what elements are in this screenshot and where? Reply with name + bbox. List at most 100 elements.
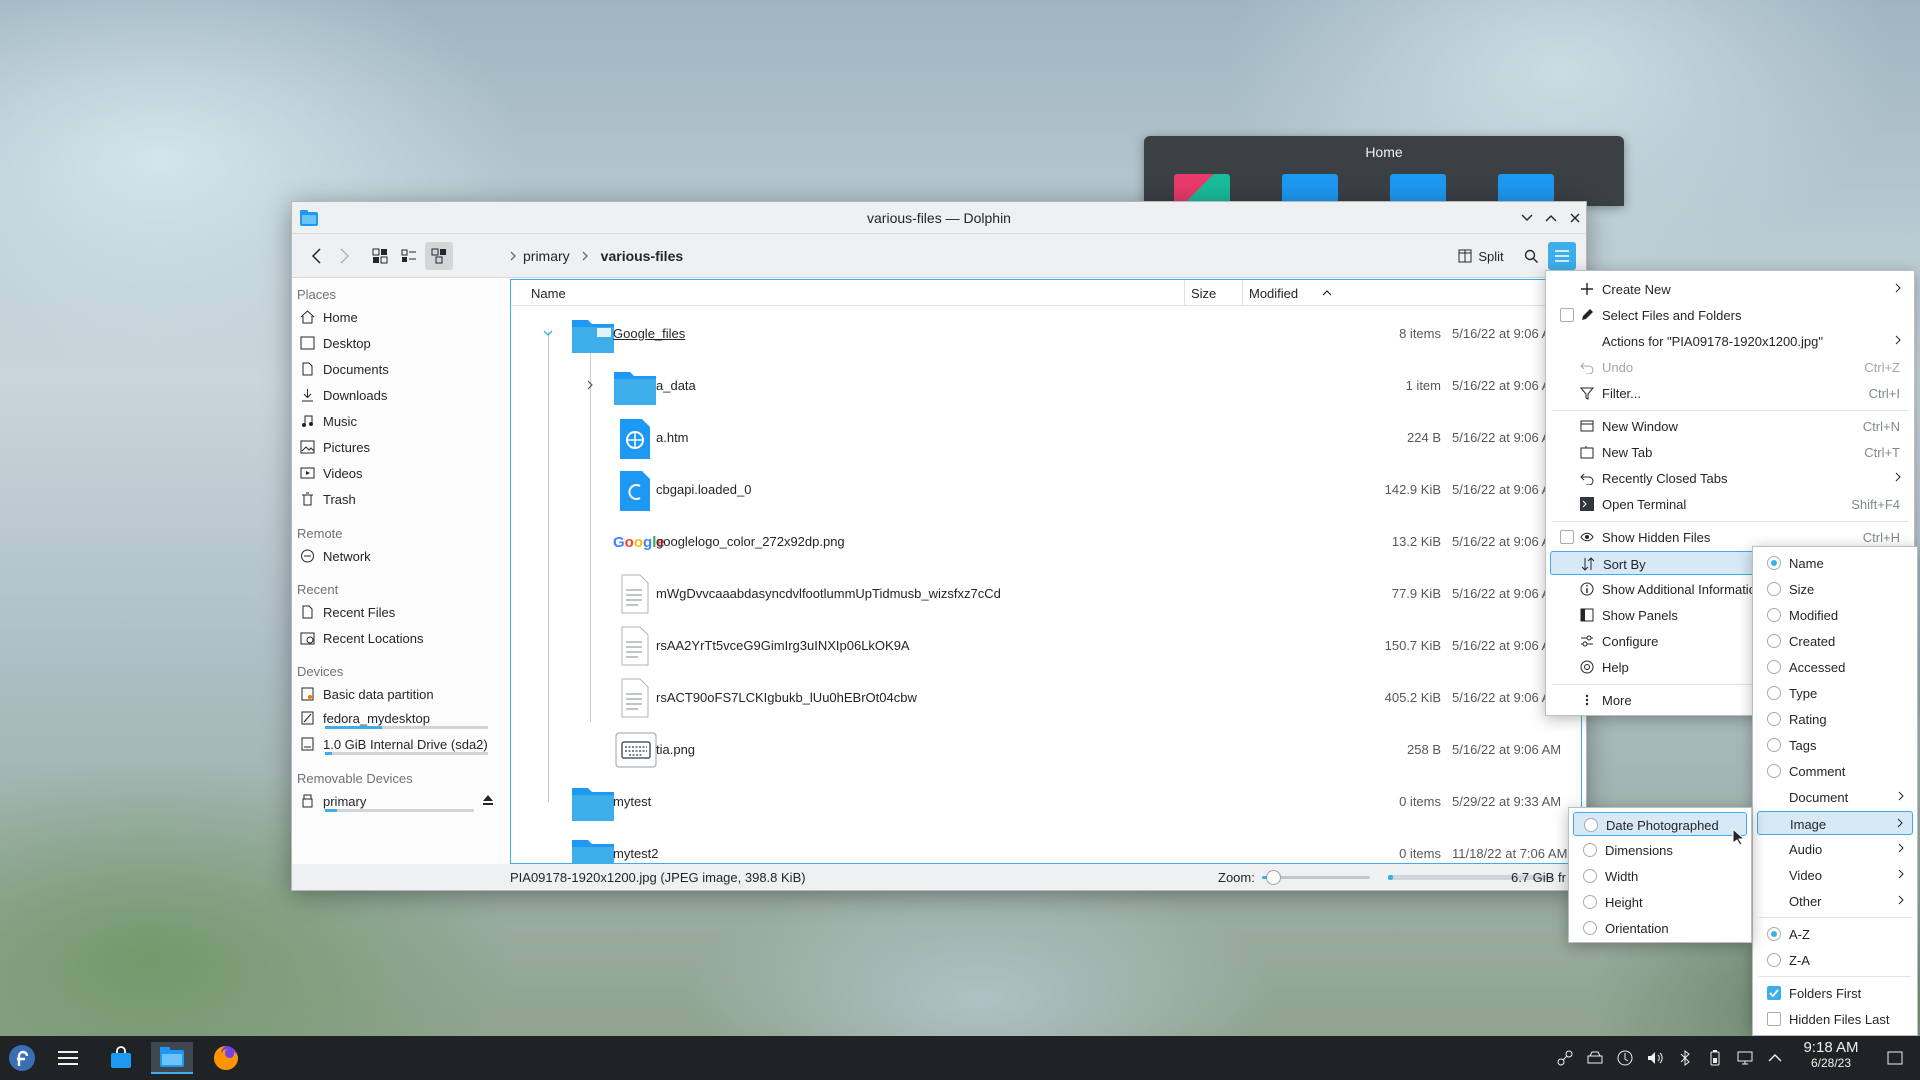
breadcrumb-various-files[interactable]: various-files	[601, 248, 683, 264]
sort-option-comment[interactable]: Comment	[1757, 759, 1913, 783]
sort-option-image[interactable]: Image	[1757, 811, 1913, 835]
compact-view-button[interactable]	[396, 242, 422, 270]
details-view-button[interactable]	[425, 242, 453, 270]
sort-option-document[interactable]: Document	[1757, 785, 1913, 809]
network-icon[interactable]	[1736, 1049, 1754, 1067]
radio-button[interactable]	[1583, 869, 1597, 883]
chevron-down-icon[interactable]	[543, 330, 553, 337]
radio-button[interactable]	[1767, 953, 1781, 967]
image-sort-height[interactable]: Height	[1573, 890, 1747, 914]
device-basic-data-partition[interactable]: Basic data partition	[300, 683, 496, 705]
sort-option-rating[interactable]: Rating	[1757, 707, 1913, 731]
sort-option-created[interactable]: Created	[1757, 629, 1913, 653]
pager-button[interactable]	[52, 1042, 84, 1074]
firefox-icon[interactable]	[210, 1042, 242, 1074]
image-sort-date-photographed[interactable]: Date Photographed	[1573, 812, 1747, 836]
sort-option-accessed[interactable]: Accessed	[1757, 655, 1913, 679]
sort-option-name[interactable]: Name	[1757, 551, 1913, 575]
menu-item-filter[interactable]: Filter... Ctrl+I	[1550, 381, 1910, 405]
sort-option-tags[interactable]: Tags	[1757, 733, 1913, 757]
eject-icon[interactable]	[482, 794, 494, 806]
place-pictures[interactable]: Pictures	[300, 436, 496, 458]
radio-button[interactable]	[1583, 921, 1597, 935]
menu-item-actions[interactable]: Actions for "PIA09178-1920x1200.jpg"	[1550, 329, 1910, 353]
checkbox-checked[interactable]	[1767, 986, 1781, 1000]
hamburger-menu-button[interactable]	[1548, 242, 1576, 270]
breadcrumb-primary[interactable]: primary	[523, 248, 570, 264]
dolphin-taskbar-entry[interactable]	[151, 1042, 193, 1074]
split-button[interactable]: Split	[1452, 242, 1510, 270]
place-music[interactable]: Music	[300, 410, 496, 432]
radio-button[interactable]	[1767, 608, 1781, 622]
modified-column-header[interactable]: Modified	[1249, 286, 1298, 301]
discover-store-icon[interactable]	[105, 1042, 137, 1074]
kde-connect-icon[interactable]	[1556, 1049, 1574, 1067]
icons-view-button[interactable]	[367, 242, 393, 270]
place-recent-locations[interactable]: Recent Locations	[300, 627, 496, 649]
back-button[interactable]	[304, 242, 330, 270]
menu-item-create-new[interactable]: Create New	[1550, 277, 1910, 301]
table-row[interactable]: a_data 1 item 5/16/22 at 9:06 AM	[511, 360, 1581, 412]
menu-item-recently-closed-tabs[interactable]: Recently Closed Tabs	[1550, 466, 1910, 490]
minimize-button[interactable]	[1517, 208, 1537, 228]
table-row[interactable]: rsACT90oFS7LCKIgbukb_lUu0hEBrOt04cbw 405…	[511, 672, 1581, 724]
place-desktop[interactable]: Desktop	[300, 332, 496, 354]
name-column-header[interactable]: Name	[531, 286, 566, 301]
hidden-files-last-toggle[interactable]: Hidden Files Last	[1757, 1007, 1913, 1031]
sort-option-other[interactable]: Other	[1757, 889, 1913, 913]
image-sort-orientation[interactable]: Orientation	[1573, 916, 1747, 940]
zoom-slider[interactable]	[1262, 870, 1370, 885]
radio-button[interactable]	[1583, 895, 1597, 909]
device-internal-drive[interactable]: 1.0 GiB Internal Drive (sda2)	[300, 733, 496, 755]
place-recent-files[interactable]: Recent Files	[300, 601, 496, 623]
table-row[interactable]: mWgDvvcaaabdasyncdvlfootlummUpTidmusb_wi…	[511, 568, 1581, 620]
radio-button[interactable]	[1767, 556, 1781, 570]
sort-order-a-z[interactable]: A-Z	[1757, 922, 1913, 946]
forward-button[interactable]	[332, 242, 356, 270]
table-row[interactable]: cbgapi.loaded_0 142.9 KiB 5/16/22 at 9:0…	[511, 464, 1581, 516]
digital-clock[interactable]: 9:18 AM 6/28/23	[1796, 1039, 1866, 1070]
updates-icon[interactable]	[1616, 1049, 1634, 1067]
radio-button[interactable]	[1767, 712, 1781, 726]
chevron-up-icon[interactable]	[1766, 1049, 1784, 1067]
sort-option-size[interactable]: Size	[1757, 577, 1913, 601]
table-row[interactable]: mytest2 0 items 11/18/22 at 7:06 AM	[511, 828, 1581, 863]
table-row[interactable]: Google googlelogo_color_272x92dp.png 13.…	[511, 516, 1581, 568]
radio-button[interactable]	[1584, 818, 1598, 832]
show-desktop-icon[interactable]	[1886, 1049, 1904, 1067]
folders-first-toggle[interactable]: Folders First	[1757, 981, 1913, 1005]
radio-button[interactable]	[1767, 686, 1781, 700]
place-documents[interactable]: Documents	[300, 358, 496, 380]
home-window-preview[interactable]: Home	[1144, 136, 1624, 206]
device-primary[interactable]: primary	[300, 790, 496, 812]
checkbox[interactable]	[1560, 308, 1574, 322]
sort-option-video[interactable]: Video	[1757, 863, 1913, 887]
checkbox[interactable]	[1560, 530, 1574, 544]
radio-button[interactable]	[1767, 634, 1781, 648]
menu-item-open-terminal[interactable]: Open Terminal Shift+F4	[1550, 492, 1910, 516]
table-row[interactable]: Google_files 8 items 5/16/22 at 9:06 AM	[511, 308, 1581, 360]
menu-item-undo[interactable]: Undo Ctrl+Z	[1550, 355, 1910, 379]
checkbox[interactable]	[1767, 1012, 1781, 1026]
place-network[interactable]: Network	[300, 545, 496, 567]
volume-icon[interactable]	[1646, 1049, 1664, 1067]
image-sort-width[interactable]: Width	[1573, 864, 1747, 888]
device-fedora-mydesktop[interactable]: fedora_mydesktop	[300, 707, 496, 729]
removable-devices-icon[interactable]	[1586, 1049, 1604, 1067]
maximize-button[interactable]	[1541, 208, 1561, 228]
bluetooth-icon[interactable]	[1676, 1049, 1694, 1067]
sort-option-modified[interactable]: Modified	[1757, 603, 1913, 627]
search-button[interactable]	[1518, 242, 1544, 270]
radio-button[interactable]	[1583, 843, 1597, 857]
place-downloads[interactable]: Downloads	[300, 384, 496, 406]
place-trash[interactable]: Trash	[300, 488, 496, 510]
zoom-slider-handle[interactable]	[1265, 870, 1281, 885]
radio-button[interactable]	[1767, 764, 1781, 778]
radio-button[interactable]	[1767, 582, 1781, 596]
title-bar[interactable]: various-files — Dolphin	[292, 202, 1586, 234]
size-column-header[interactable]: Size	[1191, 286, 1216, 301]
radio-button[interactable]	[1767, 660, 1781, 674]
menu-item-select-files[interactable]: Select Files and Folders	[1550, 303, 1910, 327]
place-home[interactable]: Home	[300, 306, 496, 328]
sort-order-z-a[interactable]: Z-A	[1757, 948, 1913, 972]
